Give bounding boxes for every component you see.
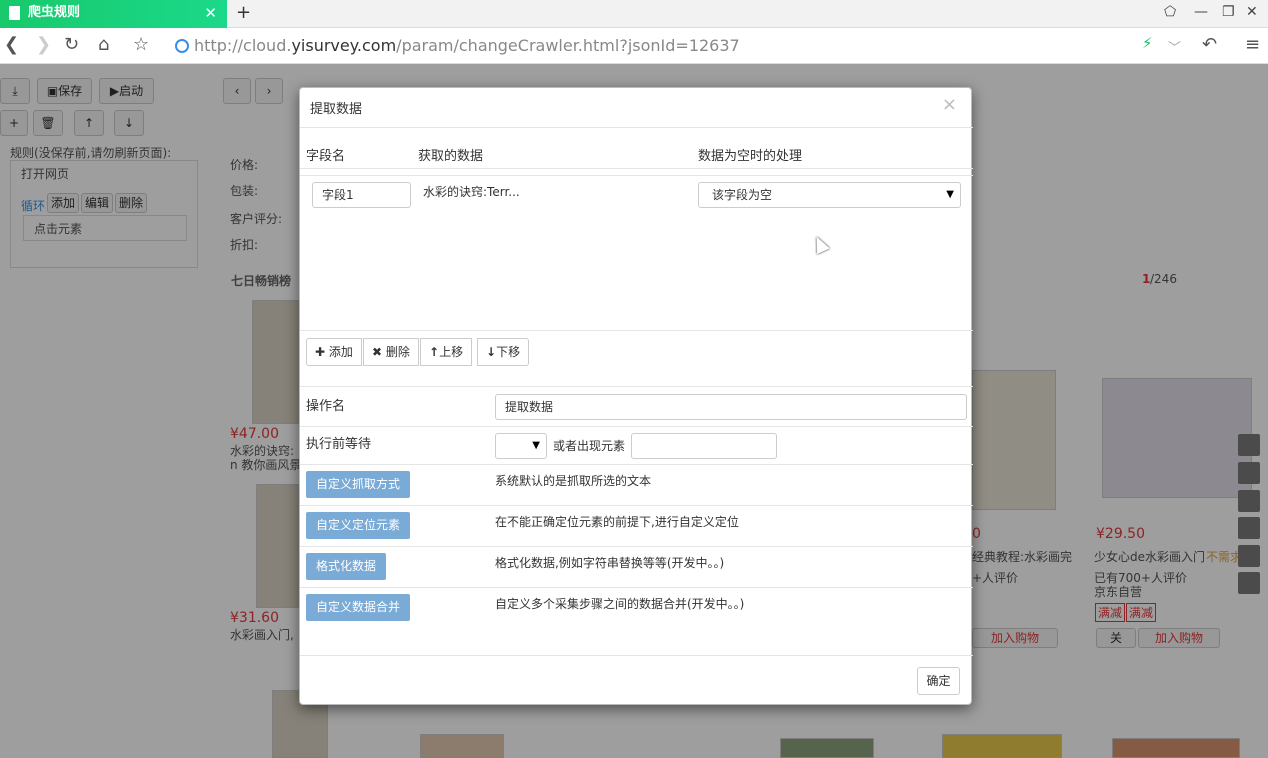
minimize-button[interactable]: — bbox=[1194, 4, 1208, 20]
lightning-icon[interactable]: ⚡ bbox=[1142, 34, 1153, 52]
custom-merge-button[interactable]: 自定义数据合并 bbox=[306, 594, 411, 621]
close-window-button[interactable]: ✕ bbox=[1246, 4, 1258, 20]
menu-icon[interactable]: ≡ bbox=[1245, 34, 1260, 55]
arrow-down-icon: ↓ bbox=[486, 345, 497, 359]
forward-icon[interactable]: ❯ bbox=[36, 34, 51, 55]
tab-active[interactable]: 爬虫规则 ✕ bbox=[0, 0, 227, 28]
tab-bar: 爬虫规则 ✕ + ⬠ — ❐ ✕ bbox=[0, 0, 1268, 28]
dropdown-icon[interactable]: ﹀ bbox=[1168, 37, 1181, 56]
move-up-label: 上移 bbox=[439, 345, 464, 359]
tab-title: 爬虫规则 bbox=[28, 5, 81, 20]
tab-close-button[interactable]: ✕ bbox=[204, 0, 217, 26]
column-header-empty: 数据为空时的处理 bbox=[698, 149, 803, 164]
reload-icon[interactable]: ↻ bbox=[64, 34, 79, 55]
custom-fetch-description: 系统默认的是抓取所选的文本 bbox=[495, 474, 652, 488]
divider bbox=[300, 426, 973, 427]
url-domain: yisurvey.com bbox=[291, 36, 397, 55]
navigation-bar: ❮ ❯ ↻ ⌂ ☆ http://cloud.yisurvey.com/para… bbox=[0, 28, 1268, 64]
plus-icon: ✚ bbox=[315, 345, 326, 359]
chevron-down-icon: ▼ bbox=[532, 440, 540, 451]
chevron-down-icon: ▼ bbox=[946, 189, 954, 200]
url-field[interactable]: http://cloud.yisurvey.com/param/changeCr… bbox=[168, 33, 1198, 59]
format-data-description: 格式化数据,例如字符串替换等等(开发中。。) bbox=[495, 556, 725, 570]
custom-merge-description: 自定义多个采集步骤之间的数据合并(开发中。。) bbox=[495, 597, 745, 611]
close-icon[interactable]: × bbox=[942, 94, 957, 115]
divider bbox=[300, 127, 973, 128]
move-down-label: 下移 bbox=[496, 345, 521, 359]
field-name-value: 字段1 bbox=[322, 188, 354, 202]
home-icon[interactable]: ⌂ bbox=[98, 34, 109, 55]
wait-select[interactable]: ▼ bbox=[495, 433, 547, 459]
move-up-button[interactable]: ↑上移 bbox=[420, 338, 473, 366]
add-field-label: 添加 bbox=[328, 345, 353, 359]
divider bbox=[300, 330, 973, 331]
divider bbox=[300, 505, 973, 506]
custom-fetch-button[interactable]: 自定义抓取方式 bbox=[306, 471, 411, 498]
confirm-button[interactable]: 确定 bbox=[917, 667, 960, 695]
new-tab-button[interactable]: + bbox=[236, 2, 251, 23]
dialog-title: 提取数据 bbox=[310, 102, 363, 117]
operation-name-value: 提取数据 bbox=[505, 400, 554, 414]
column-header-field: 字段名 bbox=[306, 149, 346, 164]
divider bbox=[300, 464, 973, 465]
or-element-label: 或者出现元素 bbox=[553, 439, 626, 453]
field-name-input[interactable]: 字段1 bbox=[312, 182, 411, 208]
add-field-button[interactable]: ✚ 添加 bbox=[306, 338, 362, 366]
wait-before-label: 执行前等待 bbox=[306, 437, 372, 452]
back-icon[interactable]: ❮ bbox=[4, 34, 19, 55]
custom-locate-button[interactable]: 自定义定位元素 bbox=[306, 512, 411, 539]
format-data-button[interactable]: 格式化数据 bbox=[306, 553, 387, 580]
divider bbox=[300, 655, 973, 656]
delete-field-button[interactable]: ✖ 删除 bbox=[363, 338, 419, 366]
cross-icon: ✖ bbox=[372, 345, 383, 359]
skin-icon[interactable]: ⬠ bbox=[1164, 4, 1176, 20]
extracted-data-value: 水彩的诀窍:Terr... bbox=[423, 185, 520, 199]
delete-field-label: 删除 bbox=[385, 345, 410, 359]
wait-element-input[interactable] bbox=[631, 433, 777, 459]
arrow-up-icon: ↑ bbox=[429, 345, 440, 359]
url-prefix: http://cloud. bbox=[194, 36, 292, 55]
custom-locate-description: 在不能正确定位元素的前提下,进行自定义定位 bbox=[495, 515, 739, 529]
divider bbox=[300, 175, 973, 176]
operation-name-input[interactable]: 提取数据 bbox=[495, 394, 967, 420]
maximize-button[interactable]: ❐ bbox=[1222, 4, 1235, 20]
empty-handling-select[interactable]: 该字段为空 ▼ bbox=[698, 182, 961, 208]
url-path: /param/changeCrawler.html?jsonId=12637 bbox=[396, 36, 740, 55]
operation-name-label: 操作名 bbox=[306, 399, 346, 414]
divider bbox=[300, 587, 973, 588]
globe-icon bbox=[175, 39, 189, 53]
divider bbox=[300, 168, 973, 169]
undo-icon[interactable]: ↶ bbox=[1202, 34, 1217, 55]
column-header-data: 获取的数据 bbox=[418, 149, 484, 164]
empty-handling-value: 该字段为空 bbox=[712, 188, 773, 202]
document-icon bbox=[9, 6, 20, 20]
extract-data-dialog: 提取数据 × 字段名 获取的数据 数据为空时的处理 字段1 水彩的诀窍:Terr… bbox=[299, 87, 973, 705]
divider bbox=[300, 386, 973, 387]
bookmark-star-icon[interactable]: ☆ bbox=[133, 34, 149, 55]
divider bbox=[300, 546, 973, 547]
move-down-button[interactable]: ↓下移 bbox=[477, 338, 530, 366]
